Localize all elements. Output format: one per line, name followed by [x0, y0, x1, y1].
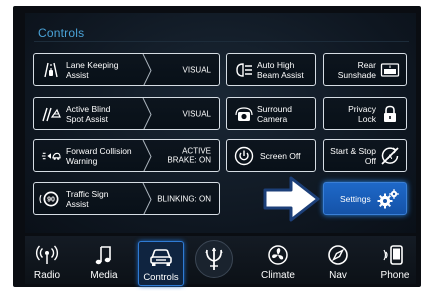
nav-radio-label: Radio: [33, 270, 61, 281]
nav-media[interactable]: Media: [84, 240, 124, 286]
camera-icon: [234, 104, 254, 124]
nav-radio[interactable]: Radio: [27, 240, 67, 286]
blind-spot-label-line2: Spot Assist: [66, 113, 109, 124]
nav-home-logo[interactable]: [193, 238, 235, 284]
nav-media-label: Media: [90, 270, 118, 281]
sunshade-label-line1: Rear: [357, 60, 376, 70]
blind-spot-label-line1: Active Blind: [66, 104, 111, 114]
traffic-sign-label-line1: Traffic Sign: [66, 189, 109, 199]
lane-keeping-label-line1: Lane Keeping: [66, 60, 119, 70]
svg-text:A: A: [388, 154, 393, 161]
lane-keeping-label-line2: Assist: [66, 69, 89, 80]
blind-spot-value: VISUAL: [182, 108, 211, 118]
lane-keeping-icon: [41, 60, 61, 80]
pointer-arrow-icon: [263, 176, 320, 222]
music-note-icon: [84, 242, 124, 268]
screen-off-label: Screen Off: [260, 151, 301, 161]
nav-phone-label: Phone: [380, 270, 410, 281]
phone-icon: [375, 242, 415, 268]
rear-sunshade-button[interactable]: Rear Sunshade: [323, 53, 407, 86]
active-blind-spot-assist-button[interactable]: Active Blind Spot Assist VISUAL: [33, 97, 220, 130]
power-icon: [234, 146, 254, 166]
auto-high-beam-assist-button[interactable]: Auto High Beam Assist: [226, 53, 316, 86]
camera-label-line1: Surround: [257, 104, 292, 114]
title-divider: [34, 41, 409, 42]
high-beam-label-line2: Beam Assist: [257, 69, 304, 80]
privacy-lock-button[interactable]: Privacy Lock: [323, 97, 407, 130]
tile-divider: [142, 183, 152, 214]
settings-button[interactable]: Settings: [323, 182, 407, 215]
blind-spot-icon: [41, 104, 61, 124]
screen-off-button[interactable]: Screen Off: [226, 139, 316, 172]
gears-icon: [376, 188, 400, 215]
lock-icon: [382, 105, 398, 128]
speed-sign-icon: 90: [39, 189, 63, 209]
start-stop-off-button[interactable]: Start & Stop Off A: [323, 139, 407, 172]
collision-label-line1: Forward Collision: [66, 146, 132, 156]
collision-warning-icon: [41, 146, 61, 166]
collision-value-line2: BRAKE: ON: [167, 155, 211, 165]
privacy-label-line1: Privacy: [348, 104, 376, 114]
collision-label-line2: Warning: [66, 155, 98, 166]
nav-controls-label: Controls: [143, 272, 179, 283]
fan-icon: [258, 242, 298, 268]
traffic-sign-label-line2: Assist: [66, 198, 89, 209]
high-beam-label-line1: Auto High: [257, 60, 295, 70]
speed-sign-number: 90: [47, 196, 55, 203]
settings-label: Settings: [340, 194, 371, 204]
collision-value-line1: ACTIVE: [182, 146, 211, 155]
tile-divider: [142, 140, 152, 171]
nav-nav-label: Nav: [329, 270, 347, 281]
nav-nav[interactable]: Nav: [318, 240, 358, 286]
traffic-sign-assist-button[interactable]: 90 Traffic Sign Assist BLINKING: ON: [33, 182, 220, 215]
lane-keeping-value: VISUAL: [182, 64, 211, 74]
camera-label-line2: Camera: [257, 113, 288, 124]
start-stop-label-line1: Start & Stop: [330, 146, 376, 156]
page-title: Controls: [38, 26, 85, 40]
nav-climate[interactable]: Climate: [258, 240, 298, 286]
sunshade-label-line2: Sunshade: [337, 69, 376, 80]
high-beam-icon: [234, 60, 254, 80]
nav-controls[interactable]: Controls: [138, 241, 184, 286]
nav-phone[interactable]: Phone: [375, 240, 415, 286]
radio-icon: [27, 242, 67, 268]
start-stop-off-icon: A: [379, 145, 401, 171]
start-stop-label-line2: Off: [364, 155, 376, 166]
sunshade-icon: [380, 62, 400, 83]
nav-climate-label: Climate: [261, 270, 295, 281]
compass-icon: [318, 242, 358, 268]
car-icon: [139, 244, 183, 270]
trident-logo-icon: [195, 240, 233, 278]
forward-collision-warning-button[interactable]: Forward Collision Warning ACTIVE BRAKE: …: [33, 139, 220, 172]
traffic-sign-value: BLINKING: ON: [157, 193, 211, 203]
lane-keeping-assist-button[interactable]: Lane Keeping Assist VISUAL: [33, 53, 220, 86]
privacy-label-line2: Lock: [358, 113, 376, 124]
surround-camera-button[interactable]: Surround Camera: [226, 97, 316, 130]
tile-divider: [142, 54, 152, 85]
tile-divider: [142, 98, 152, 129]
